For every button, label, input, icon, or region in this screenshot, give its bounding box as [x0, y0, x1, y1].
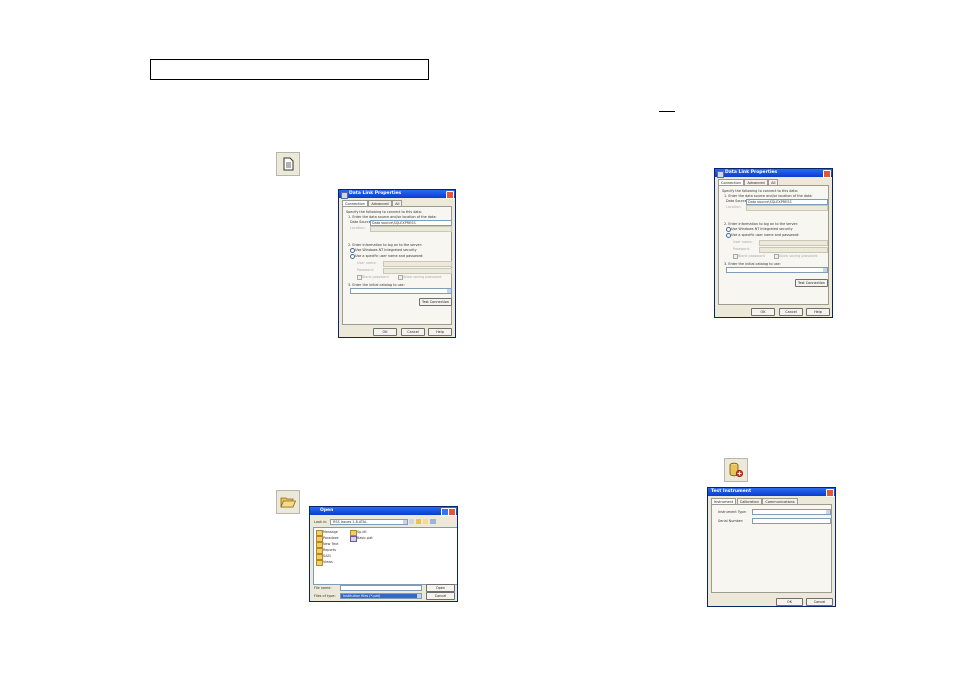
intro-text: Specify the following to connect to this… [346, 210, 422, 214]
ok-button[interactable]: OK [751, 308, 775, 316]
password-label: Password: [733, 247, 750, 251]
instrument-type-dropdown[interactable] [752, 509, 831, 515]
instrument-panel: Instrument Type: Serial Number: [711, 504, 832, 593]
blank-password-label: Blank password [738, 254, 765, 258]
instrument-type-label: Instrument Type: [718, 510, 747, 514]
step2-text: 2. Enter information to log on to the se… [724, 222, 799, 226]
database-add-icon[interactable] [724, 458, 748, 482]
up-folder-icon[interactable] [416, 519, 421, 524]
ok-button[interactable]: OK [776, 598, 803, 606]
step2-text: 2. Enter information to log on to the se… [348, 243, 423, 247]
list-item[interactable]: Basic.pat [357, 536, 373, 540]
dialog-title: Open [320, 508, 334, 513]
file-icon [350, 536, 357, 542]
help-button[interactable]: Help [428, 328, 452, 336]
folder-icon [316, 560, 323, 566]
password-field[interactable] [759, 247, 828, 253]
close-icon[interactable] [446, 191, 454, 199]
file-list: Message Paradoxe New Text Reports SASI V… [313, 527, 457, 585]
open-folder-icon[interactable] [276, 490, 300, 514]
list-item[interactable]: SASI [323, 554, 331, 558]
location-field[interactable] [746, 205, 828, 211]
look-in-value: RSS Issues 1.8.ATAL [333, 520, 367, 524]
blank-password-label: Blank password [362, 275, 389, 279]
dialog-title: Test Instrument [711, 489, 752, 494]
user-label: User name: [357, 261, 377, 265]
allow-saving-label: Allow saving password [779, 254, 818, 258]
specific-label: Use a specific user name and password: [355, 254, 424, 258]
dialog-title-bar: Test Instrument [708, 488, 835, 497]
look-in-label: Look in: [314, 520, 328, 524]
filename-input[interactable] [340, 585, 422, 591]
user-label: User name: [733, 240, 753, 244]
location-label: Location: [726, 205, 742, 209]
step3-text: 3. Enter the initial catalog to use: [724, 262, 781, 266]
data-source-label: Data Source: [726, 199, 748, 203]
step1-text: 1. Enter the data source and/or location… [724, 194, 813, 198]
list-item[interactable]: Views [323, 560, 333, 564]
step1-text: 1. Enter the data source and/or location… [348, 215, 437, 219]
allow-saving-label: Allow saving password [403, 275, 442, 279]
look-in-dropdown[interactable]: RSS Issues 1.8.ATAL [330, 519, 408, 525]
header-box [150, 59, 429, 80]
connection-panel: Specify the following to connect to this… [342, 206, 452, 325]
open-file-dialog: Open Look in: RSS Issues 1.8.ATAL Messag… [309, 506, 458, 602]
test-instrument-dialog: Test Instrument Instrument Calibration C… [707, 487, 836, 607]
location-label: Location: [350, 226, 366, 230]
dialog-title-bar: Open [310, 507, 457, 516]
open-button[interactable]: Open [426, 584, 455, 592]
user-field[interactable] [759, 240, 828, 246]
new-folder-icon[interactable] [423, 519, 428, 524]
ok-button[interactable]: OK [373, 328, 397, 336]
close-icon[interactable] [448, 508, 456, 516]
help-button[interactable]: Help [806, 308, 830, 316]
document-icon[interactable] [276, 152, 300, 176]
location-field[interactable] [370, 226, 452, 232]
list-item[interactable]: Message [323, 530, 338, 534]
view-menu-icon[interactable] [430, 519, 436, 524]
filename-label: File name: [314, 586, 332, 590]
catalog-dropdown[interactable] [726, 267, 828, 273]
catalog-dropdown[interactable] [350, 288, 452, 294]
data-link-dialog-right: Data Link Properties Connection Advanced… [714, 168, 833, 318]
dialog-title-bar: Data Link Properties [715, 169, 832, 178]
cancel-button[interactable]: Cancel [426, 592, 455, 600]
step3-text: 3. Enter the initial catalog to use: [348, 283, 405, 287]
filetype-dropdown[interactable]: Institution files (*.pat) [340, 593, 422, 599]
serial-number-input[interactable] [752, 518, 831, 524]
nav-toolbar [409, 519, 451, 524]
password-field[interactable] [383, 268, 452, 274]
list-item[interactable]: Sp.dll [357, 530, 366, 534]
test-connection-button[interactable]: Test Connection [795, 279, 828, 287]
data-source-value: Data source\SQLEXPRESS [748, 200, 792, 204]
data-source-label: Data Source: [350, 220, 372, 224]
close-icon[interactable] [826, 489, 834, 497]
connection-panel: Specify the following to connect to this… [718, 185, 829, 305]
serial-number-label: Serial Number: [718, 519, 744, 523]
filetype-label: Files of type: [314, 594, 336, 598]
close-icon[interactable] [823, 170, 831, 178]
dialog-title: Data Link Properties [725, 170, 778, 175]
windows-label: Use Windows NT Integrated security [731, 227, 793, 231]
intro-text: Specify the following to connect to this… [722, 189, 798, 193]
dialog-title: Data Link Properties [349, 191, 402, 196]
cancel-button[interactable]: Cancel [401, 328, 425, 336]
list-item[interactable]: Reports [323, 548, 336, 552]
back-icon[interactable] [409, 519, 414, 524]
specific-label: Use a specific user name and password: [731, 233, 800, 237]
short-rule [659, 111, 675, 112]
filetype-value: Institution files (*.pat) [343, 594, 381, 598]
password-label: Password: [357, 268, 374, 272]
dialog-title-bar: Data Link Properties [339, 190, 455, 199]
list-item[interactable]: New Text [323, 542, 338, 546]
windows-label: Use Windows NT Integrated security [355, 248, 417, 252]
list-item[interactable]: Paradoxe [323, 536, 339, 540]
data-source-value: Data source\SQLEXPRESS [372, 221, 416, 225]
data-link-dialog-left: Data Link Properties Connection Advanced… [338, 189, 456, 338]
test-connection-button[interactable]: Test Connection [419, 298, 452, 306]
cancel-button[interactable]: Cancel [806, 598, 833, 606]
user-field[interactable] [383, 261, 452, 267]
cancel-button[interactable]: Cancel [779, 308, 803, 316]
